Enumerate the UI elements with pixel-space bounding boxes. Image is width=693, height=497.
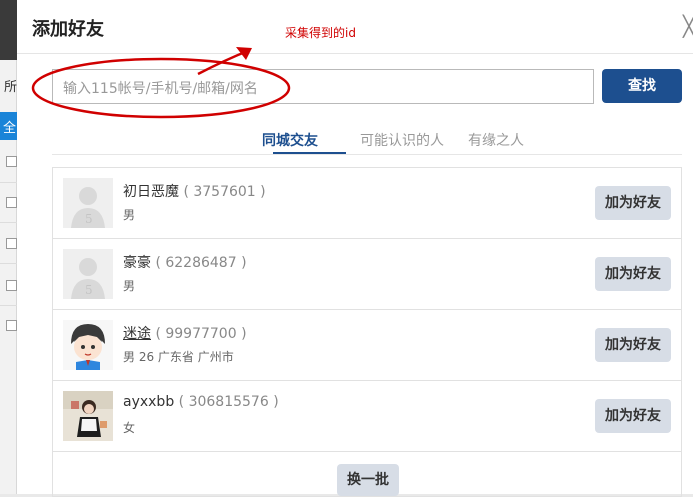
add-friend-button[interactable]: 加为好友: [595, 186, 671, 220]
add-friend-button[interactable]: 加为好友: [595, 328, 671, 362]
list-item: ayxxbb ( 306815576 ) 女 加为好友: [53, 381, 681, 452]
background-label: 所: [4, 80, 18, 95]
friend-info: 男: [123, 279, 136, 293]
friend-id: ( 99977700 ): [155, 326, 247, 342]
friend-id: ( 306815576 ): [178, 394, 279, 410]
active-tab-indicator: [273, 152, 346, 154]
background-divider: [0, 263, 17, 264]
friend-name-line: 豪豪 ( 62286487 ): [123, 252, 247, 272]
refresh-batch-button[interactable]: 换一批: [337, 464, 399, 496]
background-divider: [0, 182, 17, 183]
friend-name[interactable]: 迷途: [123, 326, 151, 342]
default-avatar-icon[interactable]: 5: [63, 249, 113, 299]
friend-name[interactable]: ayxxbb: [123, 394, 174, 410]
list-item: 迷途 ( 99977700 ) 男 26 广东省 广州市 加为好友: [53, 310, 681, 381]
dialog-title: 添加好友: [32, 19, 104, 40]
friend-info: 男 26 广东省 广州市: [123, 350, 234, 364]
search-button[interactable]: 查找: [602, 69, 682, 103]
friend-name[interactable]: 豪豪: [123, 255, 151, 271]
friend-name-line: ayxxbb ( 306815576 ): [123, 394, 279, 410]
background-divider: [0, 305, 17, 306]
close-icon[interactable]: ╳: [683, 14, 693, 38]
default-avatar-icon[interactable]: 5: [63, 178, 113, 228]
background-checkbox[interactable]: [6, 238, 17, 249]
friend-info: 女: [123, 421, 136, 435]
background-select-all-button[interactable]: 全: [0, 112, 17, 140]
friend-name-line: 初日恶魔 ( 3757601 ): [123, 181, 266, 201]
list-item: 5 初日恶魔 ( 3757601 ) 男 加为好友: [53, 168, 681, 239]
search-input[interactable]: 输入115帐号/手机号/邮箱/网名: [52, 69, 594, 104]
background-header: [0, 0, 17, 60]
add-friend-button[interactable]: 加为好友: [595, 257, 671, 291]
tab-bar: 同城交友 可能认识的人 有缘之人: [52, 125, 682, 155]
list-item: 5 豪豪 ( 62286487 ) 男 加为好友: [53, 239, 681, 310]
svg-text:5: 5: [85, 212, 93, 226]
friend-info: 男: [123, 208, 136, 222]
tab-fate-people[interactable]: 有缘之人: [468, 130, 524, 150]
background-checkbox[interactable]: [6, 156, 17, 167]
annotation-label: 采集得到的id: [285, 26, 356, 40]
friend-id: ( 3757601 ): [183, 184, 266, 200]
tab-same-city[interactable]: 同城交友: [262, 130, 318, 150]
svg-text:5: 5: [85, 283, 93, 297]
background-divider: [0, 222, 17, 223]
background-checkbox[interactable]: [6, 280, 17, 291]
cartoon-avatar-icon[interactable]: [63, 320, 113, 370]
background-checkbox[interactable]: [6, 197, 17, 208]
add-friend-button[interactable]: 加为好友: [595, 399, 671, 433]
photo-avatar-icon[interactable]: [63, 391, 113, 441]
tab-people-you-may-know[interactable]: 可能认识的人: [360, 130, 444, 150]
background-checkbox[interactable]: [6, 320, 17, 331]
friend-list: 5 初日恶魔 ( 3757601 ) 男 加为好友 5 豪豪 (6228648…: [52, 167, 682, 497]
friend-id: ( 62286487 ): [155, 255, 247, 271]
friend-name[interactable]: 初日恶魔: [123, 184, 179, 200]
add-friend-dialog: 添加好友 ╳ 输入115帐号/手机号/邮箱/网名 查找 同城交友 可能认识的人 …: [17, 0, 693, 497]
friend-name-line: 迷途 ( 99977700 ): [123, 323, 247, 343]
